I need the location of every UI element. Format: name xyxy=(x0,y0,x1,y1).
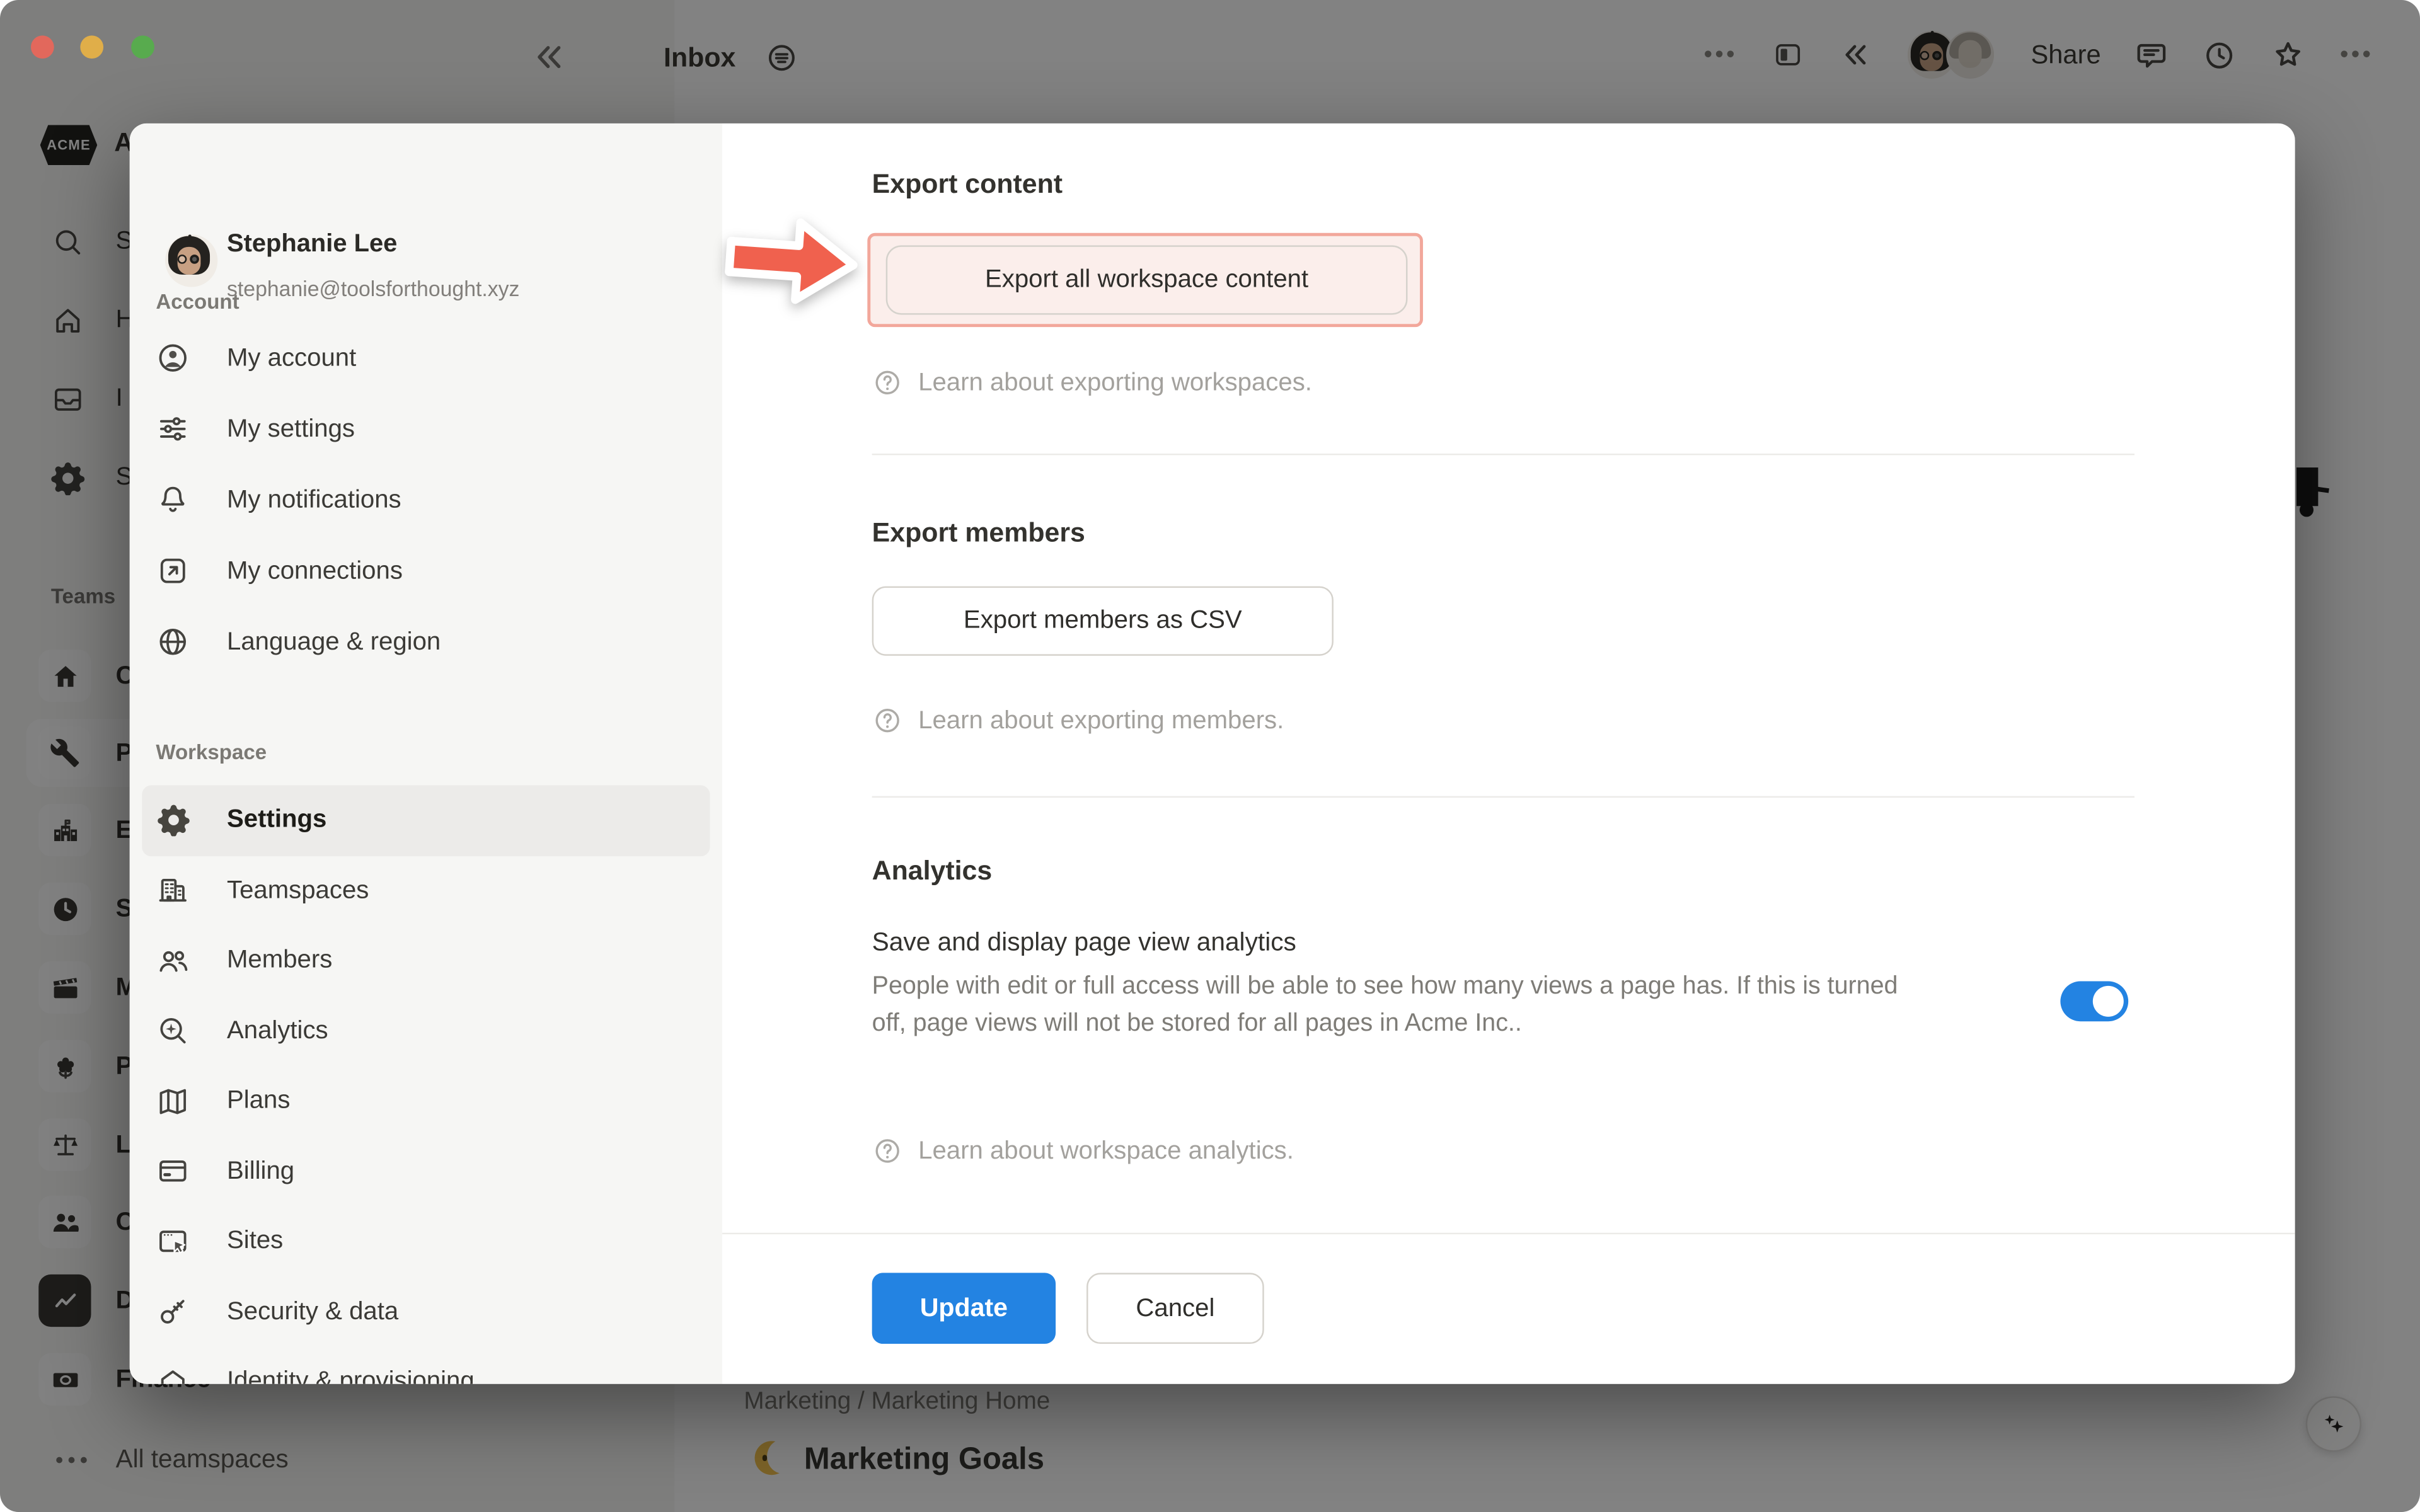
analytics-heading: Analytics xyxy=(872,855,993,887)
section-divider xyxy=(872,796,2135,798)
sidebar-item-settings[interactable]: Settings xyxy=(142,786,710,856)
annotation-highlight-box: Export all workspace content xyxy=(867,233,1423,327)
sidebar-item-sites[interactable]: Sites xyxy=(142,1206,710,1276)
sidebar-item-my-notifications[interactable]: My notifications xyxy=(142,464,710,536)
settings-sidebar: Account Stephanie Lee stephanie@toolsfor… xyxy=(130,123,722,1384)
key-icon xyxy=(156,1295,190,1329)
export-members-csv-button[interactable]: Export members as CSV xyxy=(872,587,1334,656)
close-window-button[interactable] xyxy=(31,35,54,59)
arrow-out-square-icon xyxy=(156,554,190,588)
settings-content-pane: Export content Export all workspace cont… xyxy=(722,123,2295,1384)
export-content-heading: Export content xyxy=(872,168,1063,200)
minimize-window-button[interactable] xyxy=(80,35,103,59)
export-members-heading: Export members xyxy=(872,517,1085,549)
sidebar-item-my-settings[interactable]: My settings xyxy=(142,393,710,464)
footer-divider xyxy=(722,1233,2295,1234)
sidebar-item-identity-provisioning[interactable]: Identity & provisioning xyxy=(142,1347,710,1384)
map-icon xyxy=(156,1084,190,1118)
update-button[interactable]: Update xyxy=(872,1273,1056,1344)
sliders-icon xyxy=(156,412,190,446)
person-circle-icon xyxy=(156,341,190,375)
screenshot-root: Inbox ••• Share xyxy=(0,0,2420,1512)
user-name: Stephanie Lee xyxy=(227,230,397,260)
learn-exporting-members-link[interactable]: Learn about exporting members. xyxy=(872,705,1284,736)
learn-exporting-workspaces-link[interactable]: Learn about exporting workspaces. xyxy=(872,367,1312,398)
members-icon xyxy=(156,944,190,978)
cancel-button[interactable]: Cancel xyxy=(1086,1273,1264,1344)
learn-workspace-analytics-link[interactable]: Learn about workspace analytics. xyxy=(872,1135,1294,1166)
analytics-toggle[interactable] xyxy=(2060,982,2128,1022)
credit-card-icon xyxy=(156,1154,190,1188)
sidebar-item-plans[interactable]: Plans xyxy=(142,1066,710,1136)
question-circle-icon xyxy=(872,705,903,736)
browser-cursor-icon xyxy=(156,1225,190,1259)
building-icon xyxy=(156,874,190,908)
annotation-arrow xyxy=(724,209,860,314)
workspace-section-header: Workspace xyxy=(156,741,267,764)
sidebar-item-language-region[interactable]: Language & region xyxy=(142,606,710,677)
gear-icon xyxy=(156,803,190,837)
sidebar-item-security-data[interactable]: Security & data xyxy=(142,1277,710,1347)
analytics-setting-description: People with edit or full access will be … xyxy=(872,969,1918,1041)
export-all-workspace-content-button[interactable]: Export all workspace content xyxy=(886,245,1408,314)
globe-icon xyxy=(156,625,190,659)
sidebar-item-analytics[interactable]: Analytics xyxy=(142,996,710,1066)
sidebar-item-my-account[interactable]: My account xyxy=(142,323,710,394)
zoom-window-button[interactable] xyxy=(131,35,154,59)
question-circle-icon xyxy=(872,367,903,398)
analytics-setting-title: Save and display page view analytics xyxy=(872,927,1296,958)
sidebar-item-members[interactable]: Members xyxy=(142,925,710,995)
account-user-row[interactable]: Stephanie Lee stephanie@toolsforthought.… xyxy=(130,226,722,312)
bell-icon xyxy=(156,483,190,517)
app-window: Inbox ••• Share xyxy=(0,0,2420,1512)
settings-modal: Account Stephanie Lee stephanie@toolsfor… xyxy=(130,123,2295,1384)
sidebar-item-teamspaces[interactable]: Teamspaces xyxy=(142,856,710,925)
section-divider xyxy=(872,454,2135,455)
question-circle-icon xyxy=(872,1135,903,1166)
sidebar-item-billing[interactable]: Billing xyxy=(142,1137,710,1206)
sidebar-item-my-connections[interactable]: My connections xyxy=(142,536,710,607)
hut-icon xyxy=(156,1365,190,1384)
user-email: stephanie@toolsforthought.xyz xyxy=(227,278,519,301)
user-avatar xyxy=(165,234,217,287)
magnifier-sparkle-icon xyxy=(156,1014,190,1048)
